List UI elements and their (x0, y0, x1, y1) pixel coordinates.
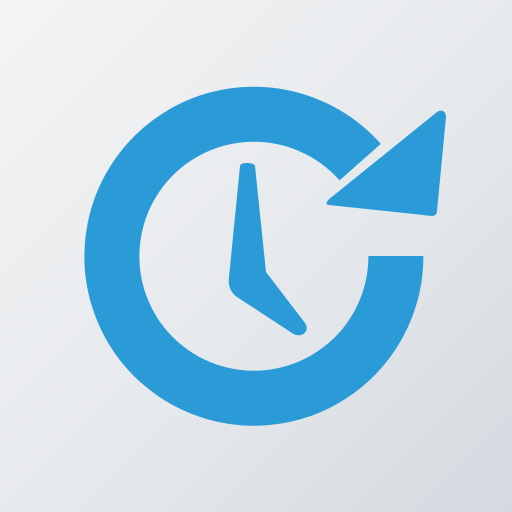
clock-hour-hand (228, 163, 307, 336)
history-clock-icon (84, 86, 446, 426)
history-icon-tile (0, 0, 512, 512)
